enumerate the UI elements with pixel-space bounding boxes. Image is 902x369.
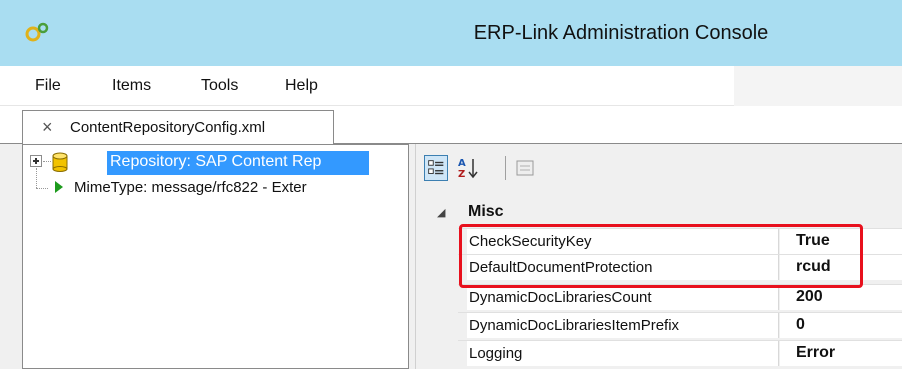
collapse-category-icon[interactable]: ◢ <box>437 206 445 219</box>
tab-label: ContentRepositoryConfig.xml <box>70 119 266 136</box>
property-name[interactable]: DynamicDocLibrariesCount <box>467 285 779 310</box>
menu-file[interactable]: File <box>35 77 61 95</box>
menu-tools[interactable]: Tools <box>201 77 238 95</box>
tree-item-mimetype[interactable]: MimeType: message/rfc822 - Exter <box>74 179 409 196</box>
property-name[interactable]: Logging <box>467 341 779 366</box>
toolbar-separator <box>505 156 506 180</box>
property-name[interactable]: CheckSecurityKey <box>467 229 779 254</box>
play-arrow-icon <box>55 181 63 193</box>
tree-item-repository[interactable]: Repository: SAP Content Rep <box>107 151 369 175</box>
tree-connector <box>36 168 37 188</box>
property-pages-icon[interactable] <box>513 155 537 181</box>
window-title: ERP-Link Administration Console <box>473 22 769 44</box>
menu-help[interactable]: Help <box>285 77 318 95</box>
expand-plus-icon[interactable] <box>30 155 42 167</box>
property-name[interactable]: DynamicDocLibrariesItemPrefix <box>467 313 779 338</box>
alphabetical-sort-icon[interactable]: A Z <box>456 155 480 181</box>
tree-connector <box>36 188 48 189</box>
menu-bar-filler <box>734 66 902 106</box>
svg-text:A: A <box>458 158 466 169</box>
categorized-icon[interactable] <box>424 155 448 181</box>
property-value[interactable]: Error <box>780 341 902 366</box>
database-icon <box>52 152 68 172</box>
property-value[interactable]: True <box>780 229 902 254</box>
property-value[interactable]: rcud <box>780 255 902 280</box>
property-value[interactable]: 0 <box>780 313 902 338</box>
tree-view[interactable] <box>22 144 409 369</box>
menu-items[interactable]: Items <box>112 77 151 95</box>
svg-text:Z: Z <box>458 169 465 180</box>
close-icon[interactable]: × <box>42 118 53 136</box>
category-misc: Misc <box>468 203 504 220</box>
property-name[interactable]: DefaultDocumentProtection <box>467 255 779 280</box>
property-value[interactable]: 200 <box>780 285 902 310</box>
